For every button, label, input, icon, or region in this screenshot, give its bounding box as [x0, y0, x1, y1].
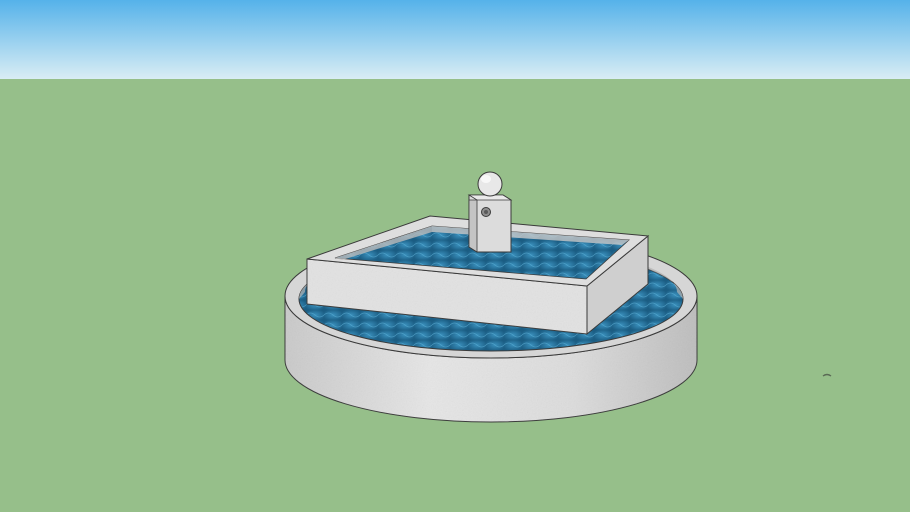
spout-pillar[interactable] — [467, 194, 513, 253]
sphere-ornament[interactable] — [477, 171, 503, 197]
sky — [0, 0, 910, 79]
fountain-scene[interactable] — [0, 0, 910, 512]
3d-viewport[interactable] — [0, 0, 910, 512]
